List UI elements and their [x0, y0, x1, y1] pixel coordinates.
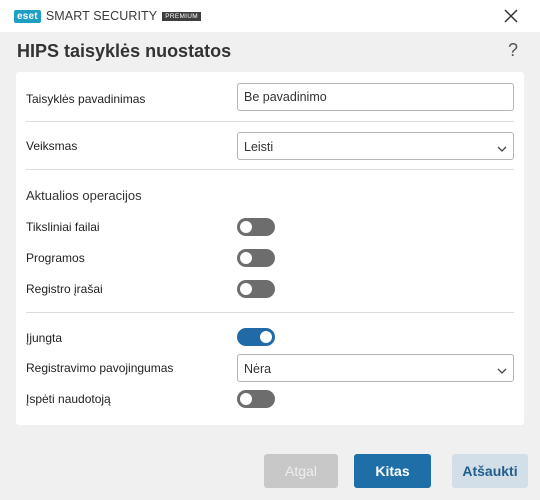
action-label: Veiksmas: [26, 139, 78, 153]
applications-label: Programos: [26, 251, 85, 265]
help-icon[interactable]: ?: [508, 40, 518, 61]
divider: [26, 312, 514, 313]
logo-eset-mark: eset: [14, 9, 41, 23]
registry-entries-toggle[interactable]: [237, 280, 275, 298]
title-bar: eset SMART SECURITY PREMIUM: [0, 0, 540, 32]
logo-tier-badge: PREMIUM: [162, 11, 201, 21]
enabled-toggle[interactable]: [237, 328, 275, 346]
next-button[interactable]: Kitas: [354, 454, 431, 488]
rule-name-label: Taisyklės pavadinimas: [26, 92, 146, 106]
back-button[interactable]: Atgal: [264, 454, 338, 488]
cancel-button[interactable]: Atšaukti: [452, 454, 528, 488]
applications-toggle[interactable]: [237, 249, 275, 267]
chevron-down-icon: [497, 364, 507, 374]
toggle-knob: [240, 221, 252, 233]
eset-logo: eset SMART SECURITY PREMIUM: [14, 9, 201, 23]
toggle-knob: [240, 283, 252, 295]
close-icon[interactable]: [502, 7, 520, 25]
dialog-header: HIPS taisyklės nuostatos ?: [0, 32, 540, 70]
rule-name-input[interactable]: [237, 83, 514, 111]
log-severity-label: Registravimo pavojingumas: [26, 361, 174, 375]
toggle-knob: [260, 331, 272, 343]
notify-user-toggle[interactable]: [237, 390, 275, 408]
action-select-value: Leisti: [244, 140, 274, 154]
toggle-knob: [240, 393, 252, 405]
log-severity-select-value: Nėra: [244, 362, 272, 376]
target-files-toggle[interactable]: [237, 218, 275, 236]
settings-panel: Taisyklės pavadinimas Veiksmas Leisti Ak…: [16, 72, 524, 425]
registry-entries-label: Registro įrašai: [26, 282, 103, 296]
notify-user-label: Įspėti naudotoją: [26, 392, 111, 406]
logo-product-name: SMART SECURITY: [45, 9, 158, 23]
enabled-label: Įjungta: [26, 331, 63, 345]
toggle-knob: [240, 252, 252, 264]
divider: [26, 121, 514, 122]
page-title: HIPS taisyklės nuostatos: [17, 41, 232, 61]
divider: [26, 169, 514, 170]
log-severity-select[interactable]: Nėra: [237, 354, 514, 382]
target-files-label: Tiksliniai failai: [26, 220, 100, 234]
action-select[interactable]: Leisti: [237, 132, 514, 160]
chevron-down-icon: [497, 142, 507, 152]
operations-title: Aktualios operacijos: [26, 188, 142, 203]
